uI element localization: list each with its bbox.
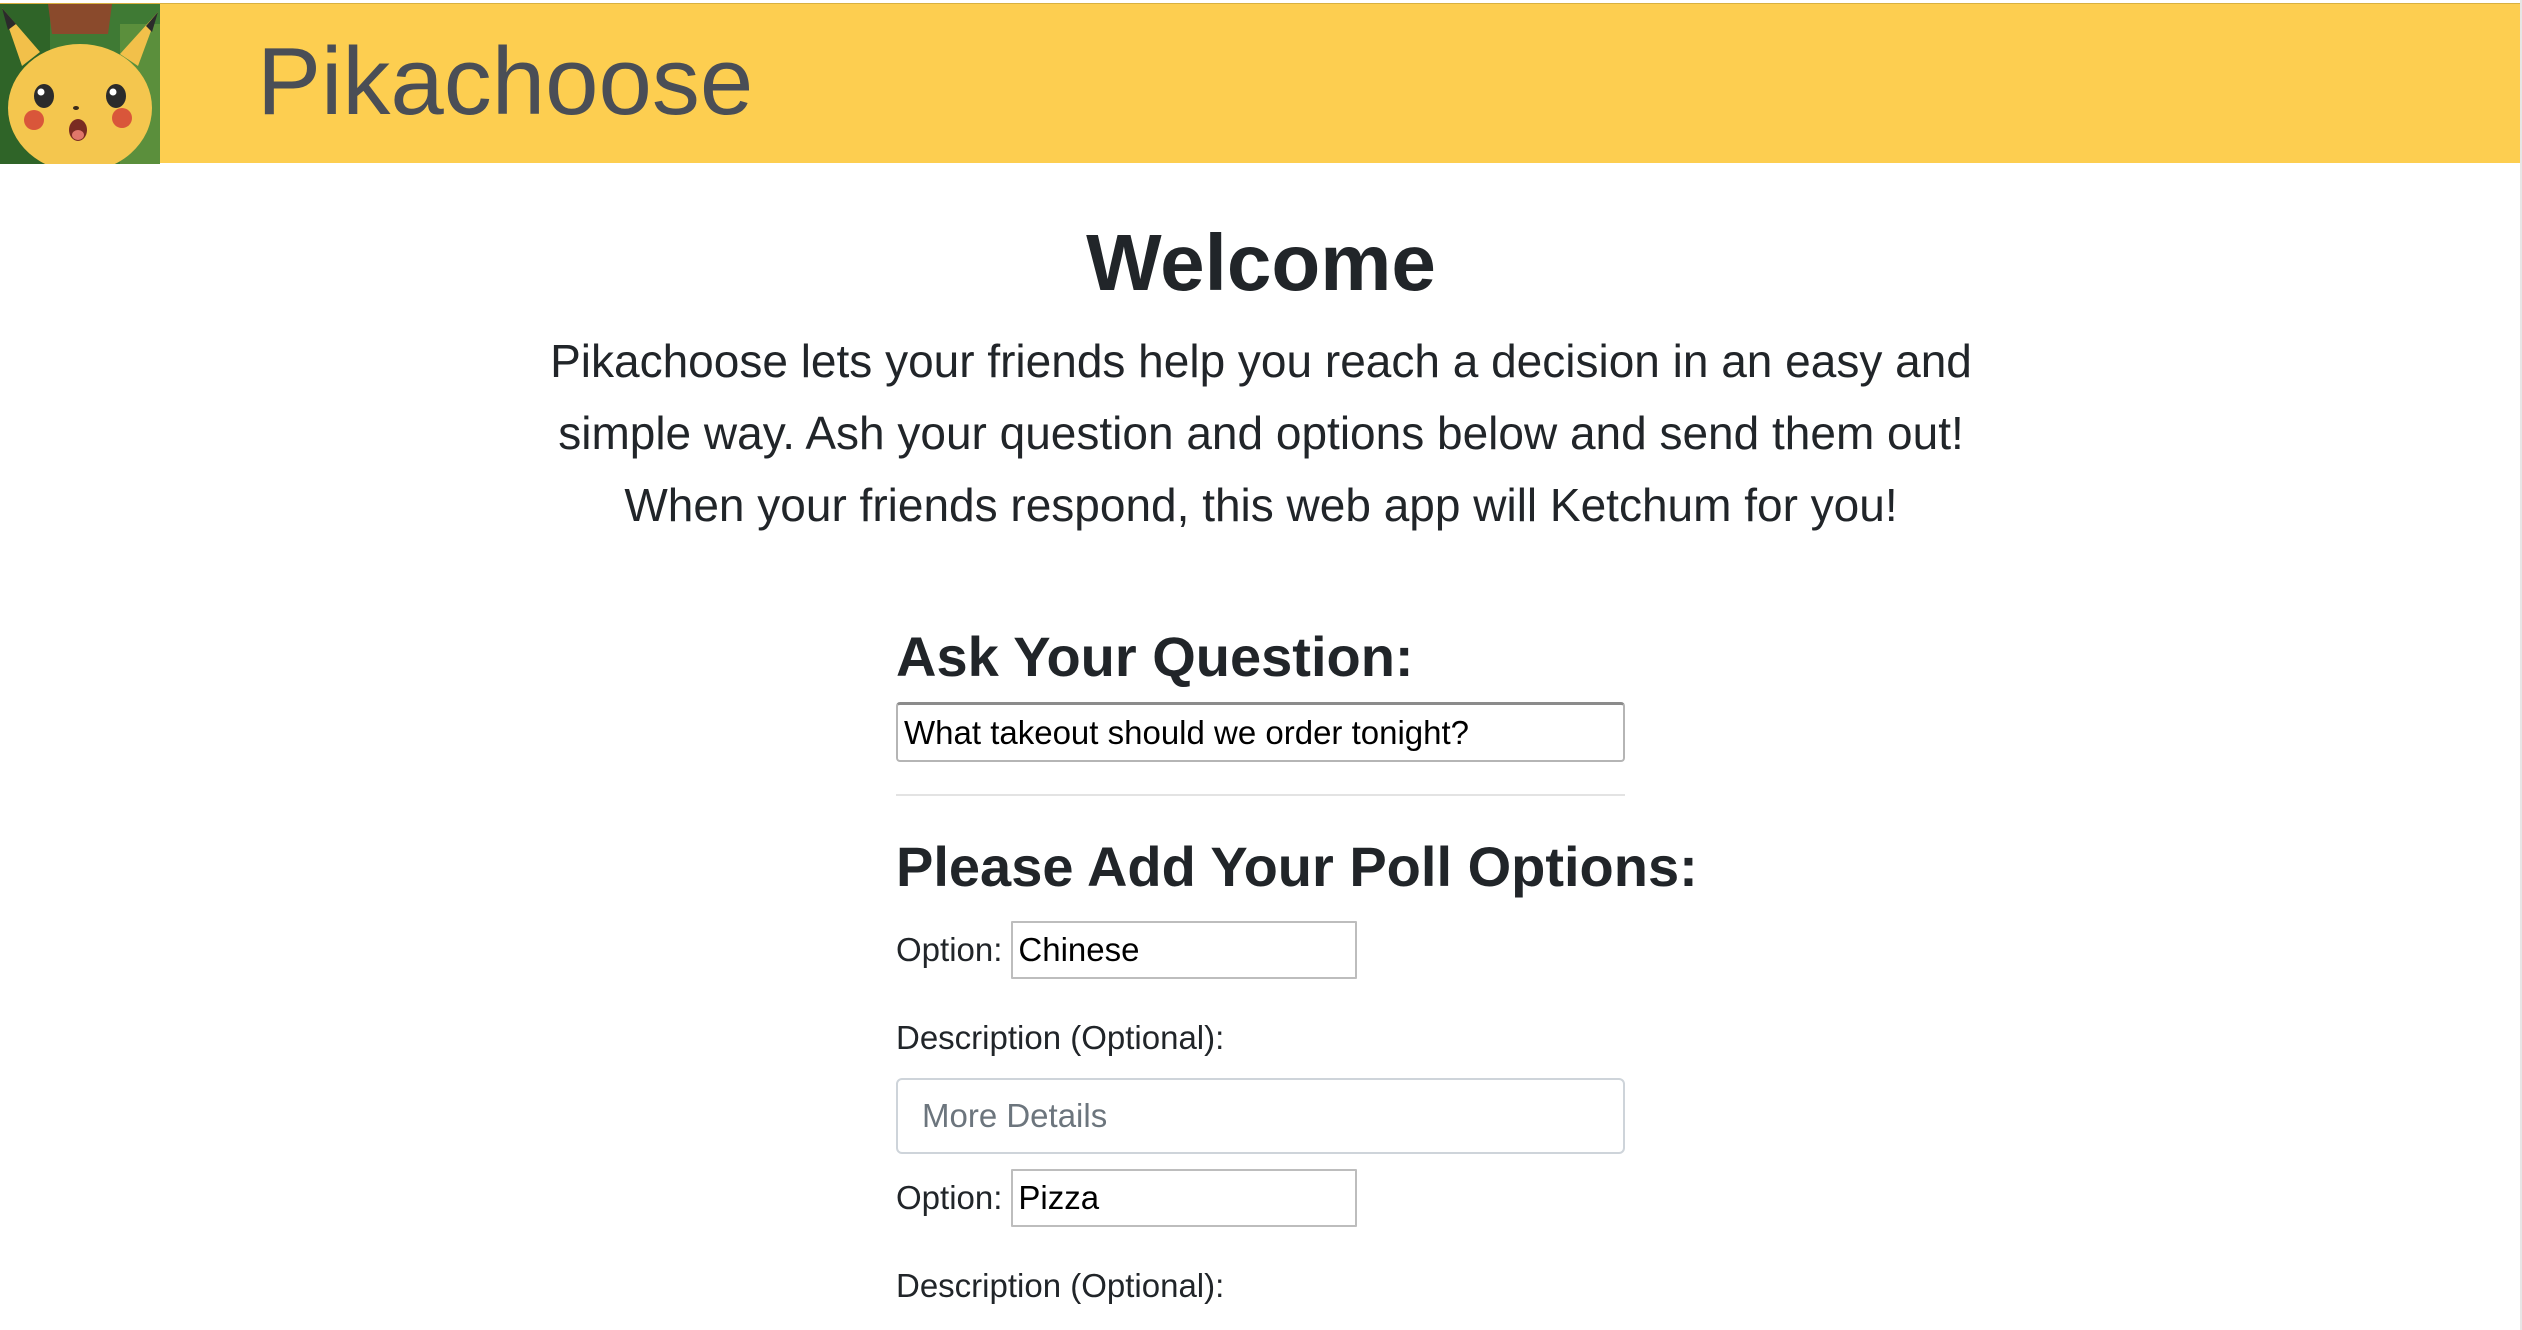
navbar: Pikachoose	[0, 3, 2522, 164]
question-input[interactable]	[896, 702, 1625, 762]
poll-form: Ask Your Question: Please Add Your Poll …	[896, 618, 1698, 1306]
welcome-heading: Welcome	[1086, 218, 1436, 307]
description-input-1[interactable]	[896, 1078, 1625, 1154]
section-divider	[896, 794, 1625, 796]
option-input-1[interactable]	[1011, 921, 1358, 979]
description-label: Description (Optional):	[896, 1267, 1225, 1304]
question-heading: Ask Your Question:	[896, 625, 1414, 688]
intro-section: Welcome Pikachoose lets your friends hel…	[500, 200, 2022, 541]
brand-title[interactable]: Pikachoose	[257, 22, 753, 142]
description-label: Description (Optional):	[896, 1019, 1225, 1056]
option-label: Option:	[896, 1179, 1003, 1216]
option-label: Option:	[896, 931, 1003, 968]
options-heading: Please Add Your Poll Options:	[896, 835, 1698, 898]
intro-line-2: simple way. Ash your question and option…	[558, 407, 1964, 459]
option-row-2: Option:	[896, 1168, 1625, 1228]
intro-line-3: When your friends respond, this web app …	[624, 479, 1898, 531]
option-input-2[interactable]	[1011, 1169, 1358, 1227]
intro-line-1: Pikachoose lets your friends help you re…	[550, 335, 1972, 387]
pikachu-face-icon[interactable]	[0, 4, 160, 164]
option-row-1: Option:	[896, 920, 1625, 980]
